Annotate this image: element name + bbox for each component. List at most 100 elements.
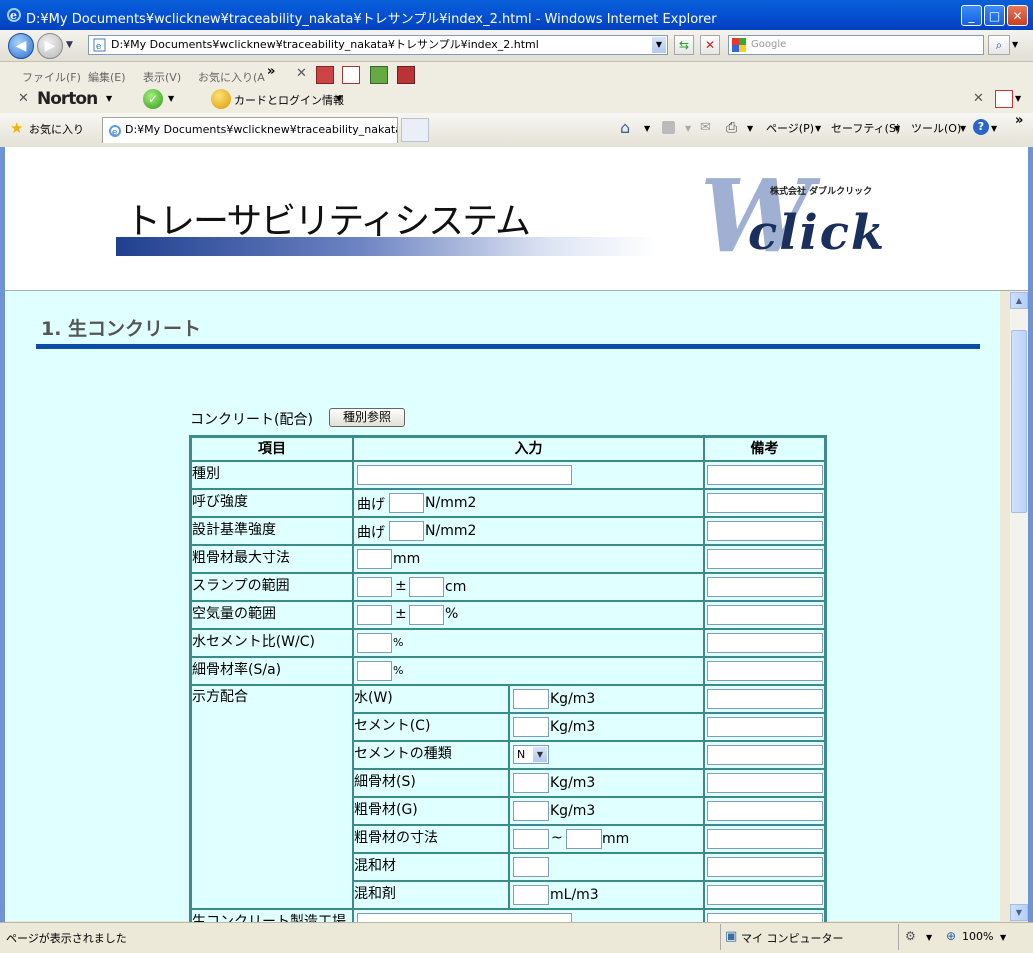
fine-input[interactable]: [513, 773, 549, 793]
feeds-dropdown-icon[interactable]: ▼: [685, 124, 691, 133]
slump-tolerance-input[interactable]: [409, 577, 444, 597]
refresh-button[interactable]: ⇆: [674, 35, 694, 55]
water-input[interactable]: [513, 689, 549, 709]
menu-favorites[interactable]: お気に入り(A: [198, 69, 265, 85]
card-login-button[interactable]: カードとログイン情報: [234, 92, 344, 108]
note-input[interactable]: [707, 521, 823, 541]
tab-current[interactable]: e D:¥My Documents¥wclicknew¥traceability…: [102, 117, 398, 143]
scroll-thumb[interactable]: [1011, 330, 1027, 513]
addon-icon-4[interactable]: [397, 66, 415, 84]
scroll-down-icon[interactable]: ▼: [1010, 904, 1028, 921]
coarse-size-min-input[interactable]: [513, 829, 549, 849]
new-tab-button[interactable]: [401, 118, 429, 142]
note-input[interactable]: [707, 745, 823, 765]
print-icon[interactable]: ⎙: [726, 120, 737, 136]
note-input[interactable]: [707, 577, 823, 597]
zoom-level[interactable]: 100%: [962, 930, 993, 943]
note-input[interactable]: [707, 689, 823, 709]
maximize-button[interactable]: □: [984, 5, 1005, 26]
search-options-icon[interactable]: ▼: [1012, 40, 1018, 49]
type-reference-button[interactable]: 種別参照: [329, 408, 405, 427]
tools-dropdown-icon[interactable]: ▼: [960, 124, 966, 133]
note-input[interactable]: [707, 801, 823, 821]
air-tolerance-input[interactable]: [409, 605, 444, 625]
translate-icon[interactable]: [995, 90, 1013, 108]
toolbar2-close-icon[interactable]: ✕: [973, 91, 984, 106]
unit-label: cm: [445, 579, 467, 595]
minimize-button[interactable]: _: [961, 5, 982, 26]
feeds-icon[interactable]: [662, 121, 675, 134]
safe-dropdown-icon[interactable]: ▼: [168, 94, 174, 103]
search-input[interactable]: Google: [728, 35, 984, 55]
scroll-up-icon[interactable]: ▲: [1010, 292, 1028, 309]
note-input[interactable]: [707, 605, 823, 625]
favorites-button[interactable]: お気に入り: [29, 121, 84, 137]
note-input[interactable]: [707, 829, 823, 849]
coarse-size-max-input[interactable]: [566, 829, 602, 849]
note-input[interactable]: [707, 857, 823, 877]
menu-edit[interactable]: 編集(E): [88, 69, 126, 85]
forward-button[interactable]: ▶: [37, 33, 63, 59]
address-dropdown-icon[interactable]: ▼: [652, 37, 666, 53]
home-dropdown-icon[interactable]: ▼: [644, 124, 650, 133]
note-input[interactable]: [707, 465, 823, 485]
agent-input[interactable]: [513, 885, 549, 905]
protected-dropdown-icon[interactable]: ▼: [926, 933, 932, 942]
addon-icon-1[interactable]: [316, 66, 334, 84]
note-input[interactable]: [707, 633, 823, 653]
menu-more-icon[interactable]: »: [267, 64, 275, 79]
air-input[interactable]: [357, 605, 392, 625]
cement-input[interactable]: [513, 717, 549, 737]
mail-icon[interactable]: ✉: [700, 120, 711, 135]
page-dropdown-icon[interactable]: ▼: [815, 124, 821, 133]
page-menu[interactable]: ページ(P): [766, 120, 814, 136]
norton-logo[interactable]: Norton: [37, 89, 98, 109]
note-input[interactable]: [707, 717, 823, 737]
tools-menu[interactable]: ツール(O): [911, 120, 961, 136]
back-button[interactable]: ◀: [8, 33, 34, 59]
print-dropdown-icon[interactable]: ▼: [747, 124, 753, 133]
stop-button[interactable]: ✕: [700, 35, 720, 55]
strength-input[interactable]: [389, 493, 424, 513]
note-input[interactable]: [707, 773, 823, 793]
help-dropdown-icon[interactable]: ▼: [991, 124, 997, 133]
close-window-button[interactable]: ✕: [1007, 5, 1028, 26]
note-input[interactable]: [707, 661, 823, 681]
home-icon[interactable]: ⌂: [620, 118, 630, 137]
zoom-dropdown-icon[interactable]: ▼: [1000, 933, 1006, 942]
search-icon[interactable]: ⌕: [988, 35, 1010, 55]
coarse-input[interactable]: [513, 801, 549, 821]
addon-icon-2[interactable]: [342, 66, 360, 84]
history-dropdown-icon[interactable]: ▼: [66, 40, 73, 50]
slump-input[interactable]: [357, 577, 392, 597]
wc-input[interactable]: [357, 633, 392, 653]
toolbar-more-icon[interactable]: »: [1015, 113, 1023, 128]
section-rule: [36, 344, 980, 349]
safety-menu[interactable]: セーフティ(S): [831, 120, 900, 136]
safety-dropdown-icon[interactable]: ▼: [894, 124, 900, 133]
note-input[interactable]: [707, 549, 823, 569]
protected-mode-icon[interactable]: ⚙: [905, 929, 916, 943]
norton-dropdown-icon[interactable]: ▼: [106, 94, 112, 103]
address-bar[interactable]: e D:¥My Documents¥wclicknew¥traceability…: [88, 35, 668, 55]
note-input[interactable]: [707, 493, 823, 513]
admixture-input[interactable]: [513, 857, 549, 877]
menu-file[interactable]: ファイル(F): [22, 69, 81, 85]
menu-view[interactable]: 表示(V): [143, 69, 181, 85]
max-agg-input[interactable]: [357, 549, 392, 569]
bend-label: 曲げ: [357, 497, 385, 513]
toolbar-close-icon[interactable]: ✕: [296, 66, 307, 81]
kind-input[interactable]: [357, 465, 572, 485]
help-icon[interactable]: ?: [973, 119, 989, 135]
addon-icon-3[interactable]: [370, 66, 388, 84]
card-dropdown-icon[interactable]: ▼: [336, 94, 342, 103]
chevron-down-icon: ▼: [533, 747, 547, 762]
cement-type-select[interactable]: N ▼: [513, 745, 549, 764]
design-input[interactable]: [389, 521, 424, 541]
translate-dropdown-icon[interactable]: ▼: [1015, 94, 1021, 103]
norton-close-icon[interactable]: ✕: [18, 91, 29, 106]
sa-input[interactable]: [357, 661, 392, 681]
zoom-icon[interactable]: ⊕: [946, 929, 956, 943]
note-input[interactable]: [707, 885, 823, 905]
safe-check-icon[interactable]: ✓: [143, 89, 163, 109]
